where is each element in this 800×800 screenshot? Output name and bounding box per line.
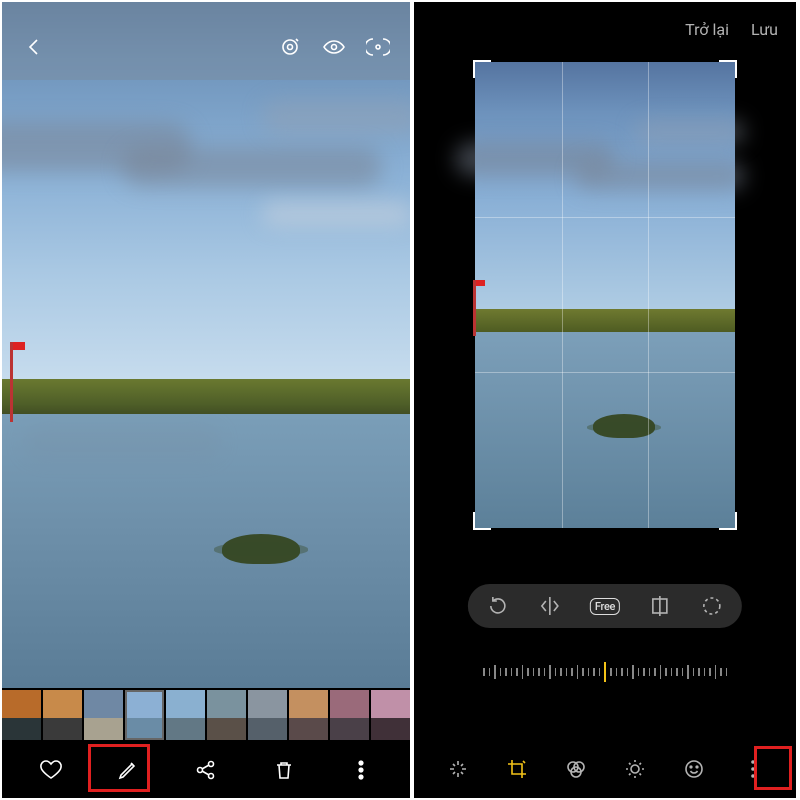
- perspective-icon[interactable]: [648, 594, 672, 618]
- cast-icon[interactable]: [366, 35, 390, 59]
- thumbnail[interactable]: [166, 690, 205, 740]
- crop-handle-tr[interactable]: [719, 60, 737, 78]
- crop-handle-tl[interactable]: [473, 60, 491, 78]
- eye-icon[interactable]: [322, 35, 346, 59]
- viewer-topbar: [2, 2, 410, 80]
- back-icon[interactable]: [22, 35, 46, 59]
- crop-handle-br[interactable]: [719, 512, 737, 530]
- crop-icon[interactable]: [505, 757, 529, 781]
- brightness-icon[interactable]: [623, 757, 647, 781]
- photo-main[interactable]: [2, 2, 410, 688]
- photo-viewer-screen: [2, 2, 410, 798]
- more-vertical-icon[interactable]: [741, 757, 765, 781]
- circle-select-icon[interactable]: [700, 594, 724, 618]
- flip-icon[interactable]: [538, 594, 562, 618]
- thumbnail-strip[interactable]: [2, 688, 410, 742]
- thumbnail[interactable]: [248, 690, 287, 740]
- crop-tool-pill: Free: [468, 584, 742, 628]
- thumbnail[interactable]: [43, 690, 82, 740]
- filters-icon[interactable]: [564, 757, 588, 781]
- more-vertical-icon[interactable]: [349, 758, 373, 782]
- thumbnail[interactable]: [330, 690, 369, 740]
- autoenhance-icon[interactable]: [446, 757, 470, 781]
- crop-canvas[interactable]: [475, 62, 735, 528]
- bixby-vision-icon[interactable]: [278, 35, 302, 59]
- rotate-icon[interactable]: [486, 594, 510, 618]
- editor-topbar: Trở lại Lưu: [685, 20, 778, 39]
- free-ratio-button[interactable]: Free: [590, 598, 620, 615]
- crop-handle-bl[interactable]: [473, 512, 491, 530]
- thumbnail[interactable]: [125, 690, 164, 740]
- thumbnail[interactable]: [207, 690, 246, 740]
- thumbnail[interactable]: [371, 690, 410, 740]
- heart-icon[interactable]: [39, 758, 63, 782]
- rotation-ruler[interactable]: [414, 652, 796, 692]
- share-icon[interactable]: [194, 758, 218, 782]
- save-button[interactable]: Lưu: [751, 20, 778, 39]
- edit-pencil-icon[interactable]: [116, 758, 140, 782]
- trash-icon[interactable]: [272, 758, 296, 782]
- photo-editor-screen: Trở lại Lưu Free: [414, 2, 796, 798]
- thumbnail[interactable]: [2, 690, 41, 740]
- emoji-icon[interactable]: [682, 757, 706, 781]
- editor-bottombar: [414, 740, 796, 798]
- viewer-bottombar: [2, 742, 410, 798]
- back-button[interactable]: Trở lại: [685, 20, 729, 39]
- thumbnail[interactable]: [84, 690, 123, 740]
- thumbnail[interactable]: [289, 690, 328, 740]
